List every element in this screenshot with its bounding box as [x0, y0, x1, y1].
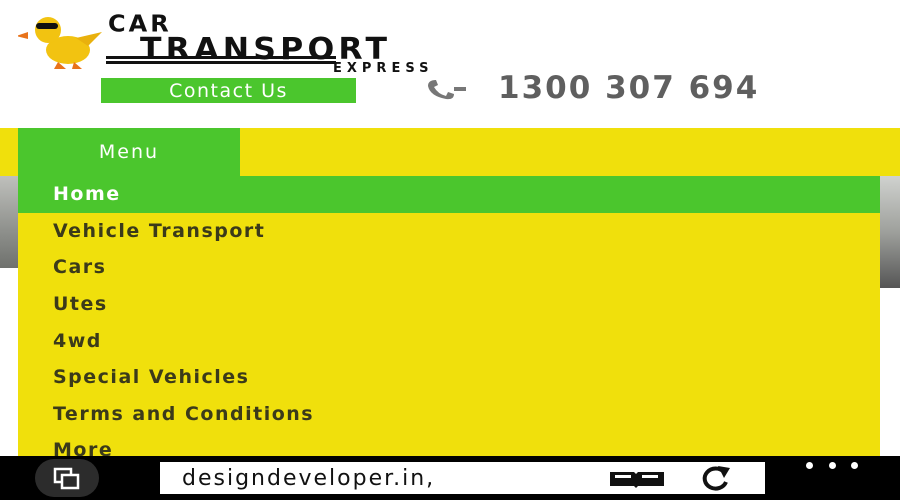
more-dot	[806, 461, 813, 469]
refresh-icon[interactable]	[696, 464, 736, 492]
menu-item-terms[interactable]: Terms and Conditions	[18, 396, 880, 433]
menu-item-4wd[interactable]: 4wd	[18, 322, 880, 359]
logo-speed-lines	[106, 56, 336, 70]
menu-item-vehicle-transport[interactable]: Vehicle Transport	[18, 213, 880, 250]
nav-menu-list: Home Vehicle Transport Cars Utes 4wd Spe…	[18, 176, 880, 456]
duck-mascot-icon	[18, 17, 102, 69]
contact-us-button[interactable]: Contact Us	[101, 78, 356, 103]
tabs-icon	[53, 467, 80, 490]
hero-image-edge-right	[880, 176, 900, 288]
more-dot	[851, 461, 858, 469]
menu-item-special-vehicles[interactable]: Special Vehicles	[18, 359, 880, 396]
more-options-button[interactable]	[806, 458, 858, 472]
phone-number[interactable]: 1300 307 694	[498, 70, 759, 106]
menu-item-utes[interactable]: Utes	[18, 286, 880, 323]
reading-view-icon[interactable]	[608, 470, 666, 488]
address-url[interactable]: designdeveloper.in,	[182, 466, 435, 491]
more-dot	[828, 461, 836, 469]
site-logo[interactable]: CAR TRANSPORT EXPRESS	[18, 12, 588, 74]
menu-item-cars[interactable]: Cars	[18, 249, 880, 286]
hero-image-edge-left	[0, 176, 18, 268]
menu-toggle-button[interactable]: Menu	[18, 128, 240, 176]
menu-item-home[interactable]: Home	[18, 176, 880, 213]
menu-item-more[interactable]: More	[18, 432, 880, 456]
phone-icon	[428, 80, 466, 100]
tabs-button[interactable]	[35, 459, 99, 497]
address-bar[interactable]: designdeveloper.in,	[160, 462, 765, 494]
